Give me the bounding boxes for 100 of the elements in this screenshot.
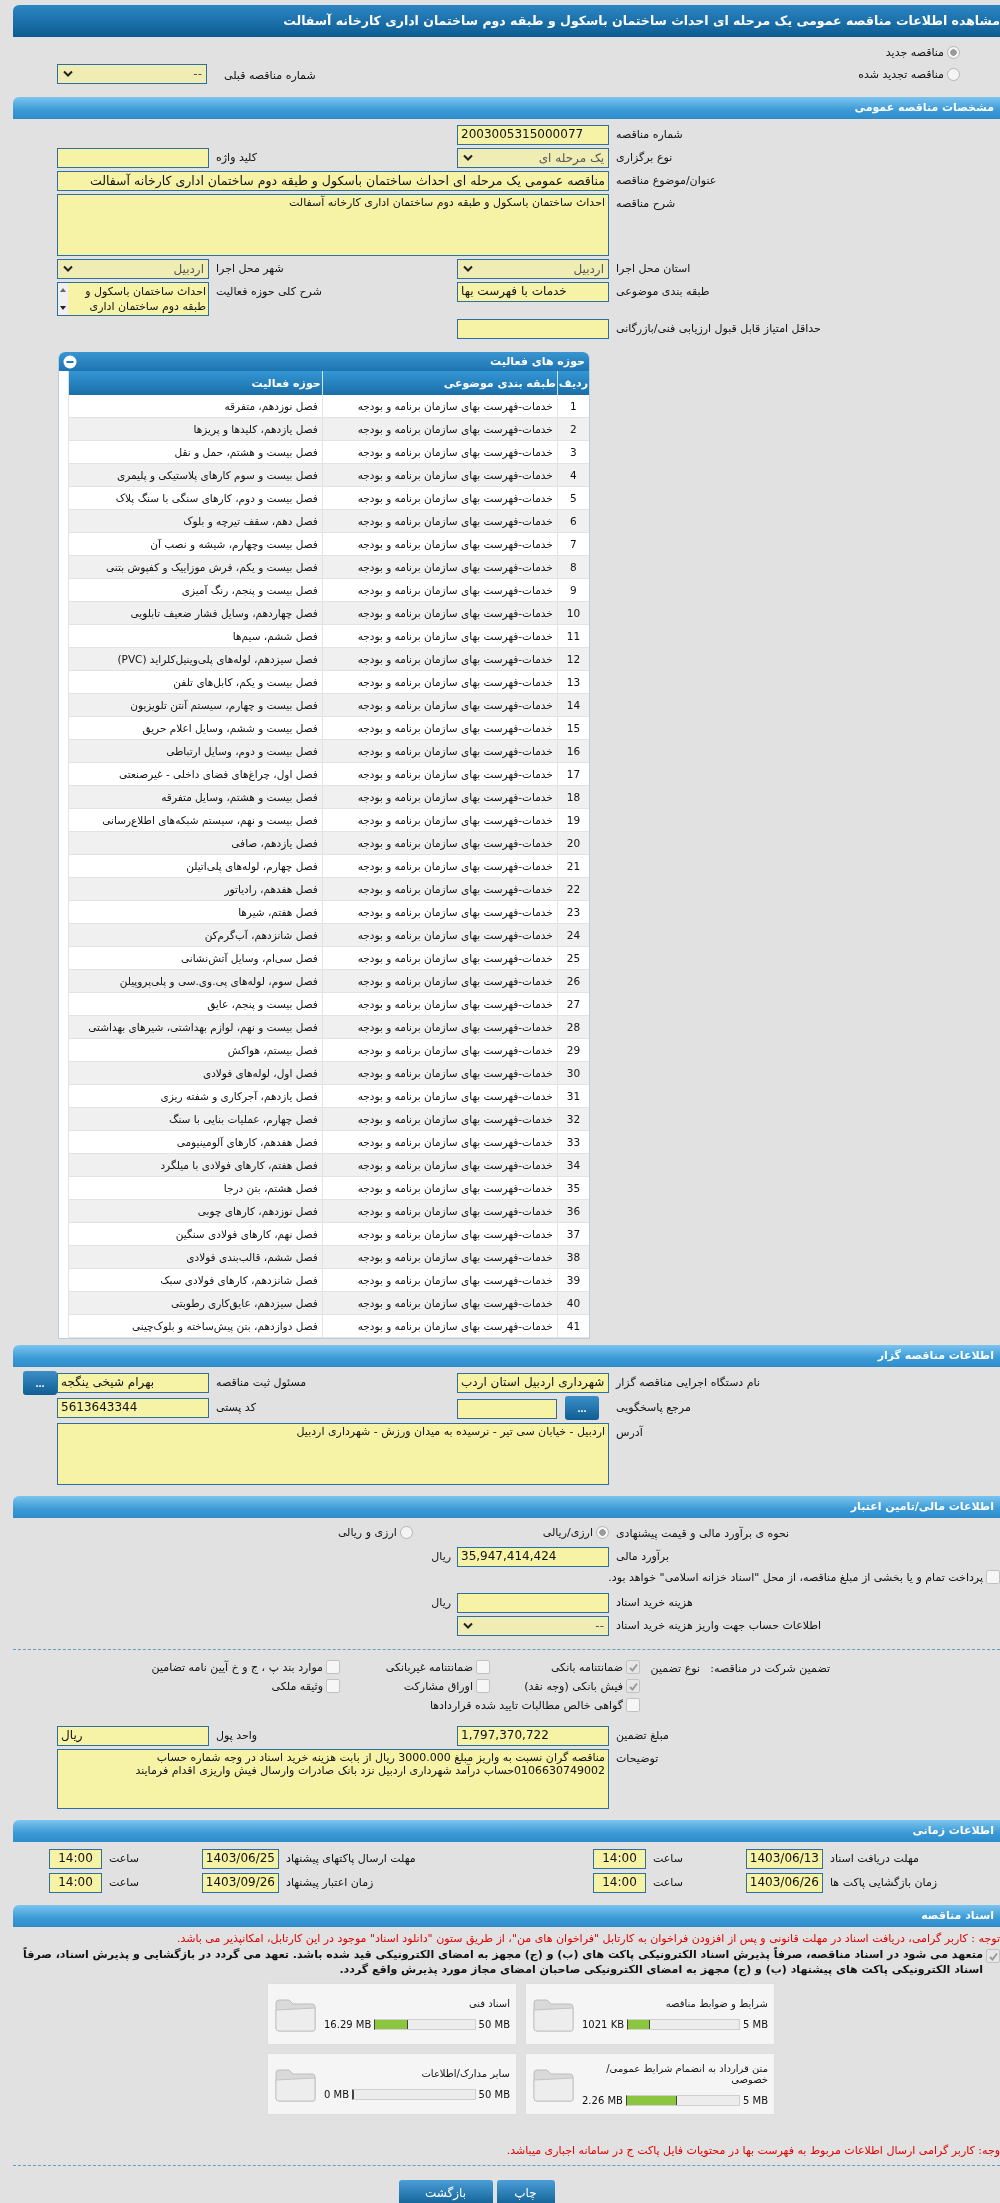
table-cell: 18 — [557, 785, 589, 809]
table-cell: 15 — [557, 716, 589, 740]
table-cell: 3 — [557, 440, 589, 464]
size-label: 50 MB — [478, 2019, 510, 2030]
checkbox[interactable] — [326, 1660, 340, 1674]
field-label: کلید واژه — [215, 150, 258, 164]
field-label: ساعت — [108, 1875, 140, 1891]
checkbox-label: پرداخت تمام و یا بخشی از مبلغ مناقصه، از محل "اسناد خزانه اسلامی" خواهد بود. — [608, 1570, 983, 1584]
checkbox[interactable] — [986, 1570, 1000, 1584]
checkbox[interactable] — [476, 1660, 490, 1674]
table-cell: فصل بیست و هشتم، وسایل متفرقه — [68, 785, 323, 809]
list-box[interactable]: احداث ساختمان باسکول و طبقه دوم ساختمان اداری — [57, 282, 209, 316]
text-field[interactable] — [57, 148, 209, 168]
text-field[interactable]: مناقصه عمومی یک مرحله ای احداث ساختمان باسکول و طبقه دوم ساختمان اداری کارخانه آسفالت — [57, 171, 609, 191]
field-label: آدرس — [615, 1424, 644, 1439]
text-area[interactable]: مناقصه گران نسبت به واریز مبلغ 3000.000 ریال از بابت هزینه خرید اسناد در وجه شماره حساب 0106630749002حساب درآمد شهرداری اردبیل نزد بانک صادرات وارسال فیش واریزی اقدام فرمایند — [57, 1749, 609, 1809]
section-header: اطلاعات زمانی — [13, 1820, 1000, 1842]
radio-button[interactable] — [947, 45, 960, 59]
field-label: مهلت ارسال پاکتهای پیشنهاد — [285, 1851, 417, 1867]
table-cell: فصل شانزدهم، آب‌گرم‌کن — [68, 923, 323, 947]
dropdown[interactable]: اردبیل — [57, 259, 209, 279]
checkbox-label: وثیقه ملکی — [271, 1679, 323, 1693]
field-label: استان محل اجرا — [615, 261, 692, 275]
scroll-arrows-icon — [58, 283, 68, 315]
radio-button[interactable] — [399, 1526, 413, 1539]
table-cell: فصل سی‌ام، وسایل آتش‌نشانی — [68, 946, 323, 970]
text-field[interactable] — [457, 1399, 557, 1419]
checkbox[interactable] — [326, 1679, 340, 1693]
table-cell: خدمات-فهرست بهای سازمان برنامه و بودجه — [322, 1038, 558, 1062]
text-field[interactable]: 1,797,370,722 — [457, 1726, 609, 1746]
checkbox[interactable] — [476, 1679, 490, 1693]
field-label: هزینه خرید اسناد — [615, 1595, 694, 1609]
table-cell: 19 — [557, 808, 589, 832]
field-label: ساعت — [652, 1851, 684, 1867]
radio-button[interactable] — [947, 67, 960, 81]
table-cell: فصل بیست و نهم، سیستم شبکه‌های اطلاع‌رسانی — [68, 808, 323, 832]
file-title: متن قرارداد به انضمام شرایط عمومی/خصوصی — [605, 2062, 768, 2085]
table-cell: فصل یازدهم، کلیدها و پریزها — [68, 417, 323, 441]
text-field[interactable] — [457, 319, 609, 339]
table-cell: فصل هفتم، شیرها — [68, 900, 323, 924]
table-cell: خدمات-فهرست بهای سازمان برنامه و بودجه — [322, 1061, 558, 1085]
more-button[interactable]: ... — [565, 1396, 599, 1420]
size-label: 0 MB — [324, 2089, 350, 2100]
dropdown[interactable]: یک مرحله ای — [457, 148, 609, 168]
text-field[interactable]: شهرداری اردبیل استان اردب — [457, 1373, 609, 1393]
table-cell: فصل سوم، لوله‌های پی.وی.سی و پلی‌پروپیلن — [68, 969, 323, 993]
field-label: توضیحات — [615, 1751, 660, 1765]
action-button[interactable]: چاپ — [496, 2180, 555, 2203]
table-cell: 39 — [557, 1268, 589, 1292]
table-cell: فصل هفتم، کارهای فولادی با میلگرد — [68, 1153, 323, 1177]
text-field[interactable]: 2003005315000077 — [457, 125, 609, 145]
time-field[interactable]: 14:00 — [593, 1873, 646, 1893]
field-label: ساعت — [108, 1851, 140, 1867]
table-cell: فصل اول، لوله‌های فولادی — [68, 1061, 323, 1085]
table-cell: 16 — [557, 739, 589, 763]
caret-icon — [62, 70, 74, 78]
text-field[interactable]: 5613643344 — [57, 1398, 209, 1418]
field-label: مرجع پاسخگویی — [615, 1400, 692, 1414]
text-field[interactable]: بهرام شیخی ینگجه — [57, 1373, 209, 1393]
time-field[interactable]: 14:00 — [49, 1849, 102, 1869]
time-field[interactable]: 14:00 — [593, 1849, 646, 1869]
date-field[interactable]: 1403/06/26 — [746, 1873, 823, 1893]
table-cell: خدمات-فهرست بهای سازمان برنامه و بودجه — [322, 555, 558, 579]
section-header: اطلاعات مالی/تامین اعتبار — [13, 1496, 1000, 1518]
table-cell: خدمات-فهرست بهای سازمان برنامه و بودجه — [322, 578, 558, 602]
date-field[interactable]: 1403/09/26 — [202, 1873, 279, 1893]
field-label: مسئول ثبت مناقصه — [215, 1375, 308, 1389]
action-button[interactable]: بازگشت — [398, 2180, 493, 2203]
checkbox[interactable] — [626, 1679, 640, 1693]
table-cell: خدمات-فهرست بهای سازمان برنامه و بودجه — [322, 716, 558, 740]
text-area[interactable]: اردبیل - خیابان سی تیر - نرسیده به میدان ورزش - شهرداری اردبیل — [57, 1423, 609, 1485]
dropdown[interactable]: اردبیل — [457, 259, 609, 279]
notice-text: وجه: کاربر گرامی ارسال اطلاعات مربوط به فهرست بها در محتویات فایل پاکت ج در سامانه اجباری میباشد. — [505, 2143, 1000, 2157]
field-label: نحوه ی برآورد مالی و قیمت پیشنهادی — [615, 1525, 791, 1540]
radio-button[interactable] — [596, 1526, 609, 1539]
text-field[interactable]: 35,947,414,424 — [457, 1547, 609, 1567]
time-field[interactable]: 14:00 — [49, 1873, 102, 1893]
checkbox[interactable] — [626, 1698, 640, 1712]
date-field[interactable]: 1403/06/13 — [746, 1849, 823, 1869]
dropdown[interactable]: -- — [57, 64, 207, 84]
table-cell: 33 — [557, 1130, 589, 1154]
table-cell: خدمات-فهرست بهای سازمان برنامه و بودجه — [322, 831, 558, 855]
table-cell: 8 — [557, 555, 589, 579]
text-field[interactable]: ریال — [57, 1726, 209, 1746]
checkbox[interactable] — [626, 1660, 640, 1674]
unit-label: ریال — [430, 1549, 452, 1563]
table-cell: خدمات-فهرست بهای سازمان برنامه و بودجه — [322, 463, 558, 487]
checkbox-label: فیش بانکی (وجه نقد) — [524, 1679, 623, 1693]
table-cell: فصل بیست و هشتم، حمل و نقل — [68, 440, 323, 464]
more-button[interactable]: ... — [23, 1371, 57, 1395]
table-cell: فصل ششم، سیم‌ها — [68, 624, 323, 648]
text-field[interactable]: خدمات با فهرست بها — [457, 282, 609, 302]
dropdown[interactable]: -- — [457, 1616, 609, 1636]
table-cell: فصل بیست و دوم، وسایل ارتباطی — [68, 739, 323, 763]
file-title: سایر مدارک/اطلاعات — [420, 2068, 510, 2079]
checkbox[interactable] — [986, 1949, 1000, 1963]
table-cell: فصل بیست و نهم، لوازم بهداشتی، شیرهای بهداشتی — [68, 1015, 323, 1039]
text-field[interactable] — [457, 1593, 609, 1613]
text-area[interactable]: احداث ساختمان باسکول و طبقه دوم ساختمان اداری کارخانه آسفالت — [57, 194, 609, 256]
date-field[interactable]: 1403/06/25 — [202, 1849, 279, 1869]
